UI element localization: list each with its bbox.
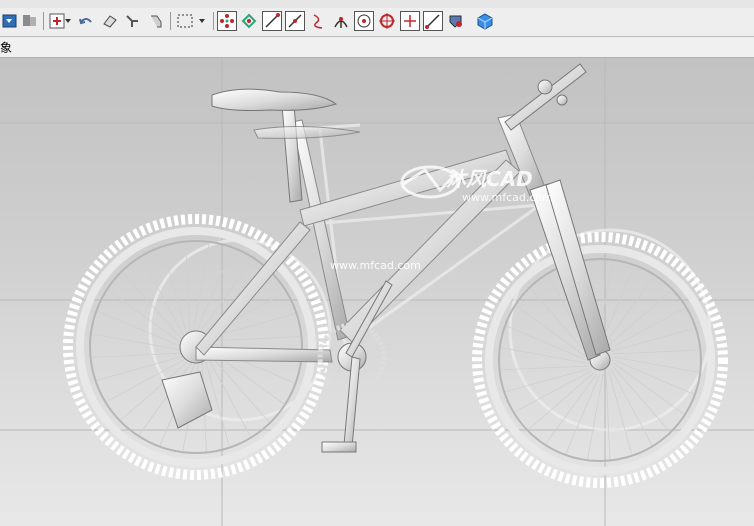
3d-viewport[interactable]: 沐风CAD www.mfcad.com www.mfcad.com <box>0 58 754 526</box>
line-end-icon[interactable] <box>423 11 443 31</box>
saddle <box>211 88 361 203</box>
spoke <box>140 257 186 339</box>
toolbar <box>0 8 754 37</box>
curve-icon[interactable] <box>308 11 328 31</box>
line-icon[interactable] <box>262 11 282 31</box>
spoke <box>613 356 700 373</box>
spoke <box>107 289 183 345</box>
spoke <box>587 373 604 460</box>
spoke <box>613 362 685 415</box>
spoke <box>613 359 695 395</box>
center-point-icon[interactable] <box>354 11 374 31</box>
spoke <box>602 275 655 347</box>
layer-icon[interactable] <box>20 11 40 31</box>
watermark-center-url: www.mfcad.com <box>330 259 421 272</box>
spoke <box>91 352 184 358</box>
view-dropdown-icon[interactable] <box>0 11 20 31</box>
spoke <box>500 365 588 371</box>
intersection-icon[interactable] <box>331 11 351 31</box>
spoke <box>605 372 611 460</box>
watermark-url-text: www.mfcad.com <box>462 191 553 204</box>
spoke <box>206 355 252 437</box>
ghost-bicycle <box>148 123 712 432</box>
spoke <box>91 333 183 351</box>
spoke <box>97 310 183 348</box>
spoke <box>608 307 686 350</box>
spoke <box>610 368 653 446</box>
spoke <box>192 242 210 334</box>
spoke <box>565 373 601 455</box>
dropdown-arrow-icon[interactable] <box>197 11 207 31</box>
point-set-icon[interactable] <box>217 11 237 31</box>
line-angle-icon[interactable] <box>285 11 305 31</box>
spoke <box>612 349 700 355</box>
handlebar <box>504 63 587 131</box>
spoke <box>612 365 671 432</box>
rotate-view-icon[interactable] <box>100 11 120 31</box>
settings-icon[interactable] <box>446 11 466 31</box>
select-box-icon[interactable] <box>175 11 195 31</box>
snap-point-alt-icon[interactable] <box>239 11 259 31</box>
undo-icon[interactable] <box>76 11 96 31</box>
spoke <box>605 289 672 348</box>
spoke <box>96 355 186 381</box>
watermark-brand-text: 沐风CAD <box>446 167 533 191</box>
cross-point-icon[interactable] <box>400 11 420 31</box>
bicycle-model: 沐风CAD www.mfcad.com www.mfcad.com <box>0 58 754 526</box>
spoke <box>208 352 270 423</box>
circle-quadrant-icon[interactable] <box>377 11 397 31</box>
spoke <box>514 370 592 413</box>
label-bar: 象 <box>0 37 754 58</box>
spoke <box>505 325 587 361</box>
cube-icon[interactable] <box>475 11 495 31</box>
spoke <box>545 373 598 445</box>
label-text: 象 <box>0 41 13 55</box>
hand-icon[interactable] <box>146 11 166 31</box>
dropdown-arrow-icon[interactable] <box>64 11 72 31</box>
pan-view-icon[interactable] <box>122 11 142 31</box>
spoke <box>122 271 184 342</box>
